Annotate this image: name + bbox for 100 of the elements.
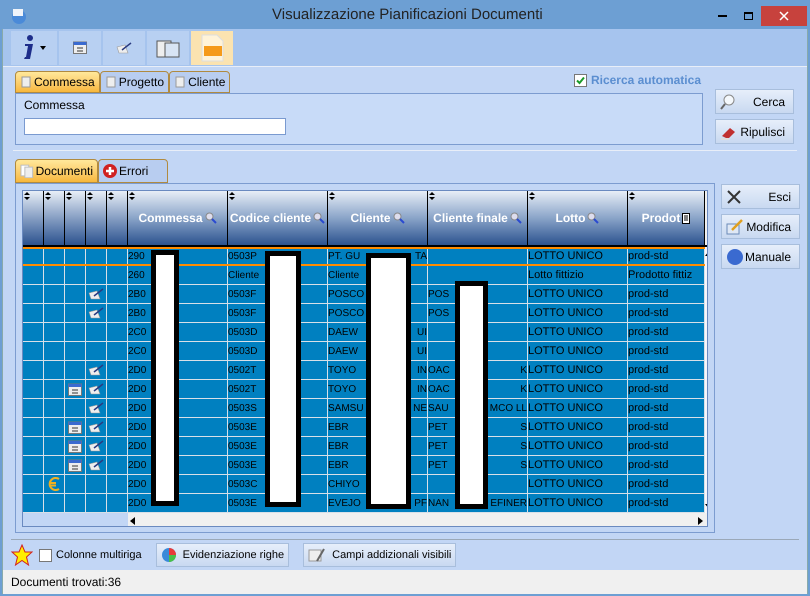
table-cell: LOTTO UNICO [528, 249, 603, 264]
action-button[interactable]: Manuale [721, 244, 800, 269]
table-cell-text: 2D0 [128, 420, 146, 434]
bottom-button[interactable]: Evidenziazione righe [156, 543, 290, 567]
table-cell-text: LOTTO UNICO [528, 382, 603, 397]
search-tab[interactable]: Commessa [15, 71, 100, 93]
action-button[interactable]: Cerca [715, 89, 794, 114]
signature-icon [88, 307, 104, 319]
checkbox[interactable] [39, 548, 52, 562]
header-cell[interactable] [44, 191, 65, 245]
action-button[interactable]: Modifica [721, 214, 800, 239]
column-header[interactable]: Commessa [128, 191, 228, 245]
table-cell-text: S [520, 440, 527, 454]
status-text: Documenti trovati:36 [11, 574, 122, 591]
table-cell-text: 0503E [228, 440, 257, 454]
table-cell-text: prod-std [628, 400, 668, 416]
table-cell-text: EBR [328, 420, 349, 434]
table-cell-text: prod-std [628, 382, 668, 397]
tab-icon [20, 76, 32, 88]
signature-icon [88, 421, 104, 433]
table-cell-text: CHIYO [328, 478, 360, 492]
table-cell-text: PET [428, 458, 448, 472]
table-cell-text: Prodotto fittiz [628, 268, 692, 283]
table-cell-text: 0503C [228, 478, 258, 492]
table-cell-text: LOTTO UNICO [528, 458, 603, 473]
table-cell-text: LOTTO UNICO [528, 324, 603, 340]
header-cell[interactable] [107, 191, 128, 245]
table-cell-text: S [520, 458, 527, 472]
table-cell-text: UI [417, 344, 427, 358]
table-cell-text: K [520, 364, 527, 378]
table-cell-text: EFINER [490, 496, 527, 510]
column-header[interactable]: Codice cliente [228, 191, 328, 245]
close-icon [779, 10, 789, 20]
signature-icon [88, 459, 104, 471]
table-cell-text: LOTTO UNICO [528, 286, 603, 302]
check-icon [576, 76, 585, 84]
checkbox[interactable] [574, 74, 587, 86]
sort-icon [24, 192, 30, 200]
column-header[interactable]: Lotto [528, 191, 628, 245]
table-cell-text: Cliente [328, 268, 360, 282]
table-cell-text: 0503E [228, 496, 257, 510]
column-header[interactable]: Cliente finale [428, 191, 528, 245]
caret-icon [40, 46, 46, 50]
table-cell-text: 260 [128, 268, 145, 282]
signature-icon [88, 402, 104, 414]
table-cell-text: PET [428, 420, 448, 434]
table-cell-text: 2D0 [128, 478, 146, 492]
documents-icon [20, 164, 34, 178]
column-header[interactable]: Cliente [328, 191, 428, 245]
table-cell-text: NAN [428, 496, 450, 510]
header-cell[interactable] [23, 191, 44, 245]
table-cell-text: POSCO [328, 288, 364, 302]
table-cell-text: 2D0 [128, 382, 146, 396]
table-cell-text: EBR [328, 458, 349, 472]
bottom-button[interactable]: Campi addizionali visibili [303, 543, 456, 567]
table-cell-text: 0503P [228, 250, 257, 264]
table-cell-text: SAMSU [328, 402, 364, 416]
table-cell-text: LOTTO UNICO [528, 476, 603, 492]
table-cell-text: PT. GU [328, 250, 360, 264]
info-button[interactable] [11, 30, 57, 64]
table-cell-text: POS [428, 288, 450, 302]
action-button[interactable]: Ripulisci [715, 119, 794, 144]
search-tab[interactable]: Cliente [169, 71, 230, 93]
table-cell-text: LOTTO UNICO [528, 306, 603, 321]
commessa-field[interactable] [24, 118, 286, 134]
window-title: Visualizzazione Pianificazioni Documenti [272, 5, 543, 26]
table-cell-text: DAEW [328, 326, 358, 340]
header-cell[interactable] [86, 191, 107, 245]
table-cell-text: 290 [128, 250, 145, 264]
column-header[interactable]: Prodot [628, 191, 705, 245]
table-cell-text: 2D0 [128, 458, 146, 472]
search-icon [720, 94, 736, 110]
close-icon [726, 188, 742, 204]
table-cell-text: 0503F [228, 288, 256, 302]
table-cell-text: POSCO [328, 306, 364, 320]
grid-tab[interactable]: Errori [98, 159, 168, 183]
calendar-icon [68, 458, 82, 472]
table-cell-text: 2C0 [128, 326, 146, 340]
search-tab[interactable]: Progetto [100, 71, 170, 93]
table-cell-text: IN [417, 364, 427, 378]
table-cell-text: 0502T [228, 382, 256, 396]
calendar-button[interactable] [59, 30, 101, 64]
table-cell: prod-std [628, 249, 668, 264]
search-icon [313, 212, 326, 224]
header-cell[interactable] [65, 191, 86, 245]
documents-button[interactable] [147, 30, 189, 64]
table-cell-text: LOTTO UNICO [528, 362, 603, 378]
table-cell-text: 2D0 [128, 440, 146, 454]
table-cell-text: SAU [428, 402, 449, 416]
calendar-icon [73, 41, 87, 54]
checkbox-label: Ricerca automatica [590, 72, 701, 89]
table-cell-text: prod-std [628, 420, 668, 435]
table-cell-text: PET [428, 440, 448, 454]
search-icon [392, 212, 404, 224]
table-cell-text: LOTTO UNICO [528, 344, 603, 359]
action-button[interactable]: Esci [721, 184, 800, 209]
close-button[interactable] [761, 6, 807, 26]
table-cell-text: OAC [428, 382, 450, 396]
grid-tab[interactable]: Documenti [15, 159, 98, 183]
table-cell-text: prod-std [628, 344, 668, 359]
